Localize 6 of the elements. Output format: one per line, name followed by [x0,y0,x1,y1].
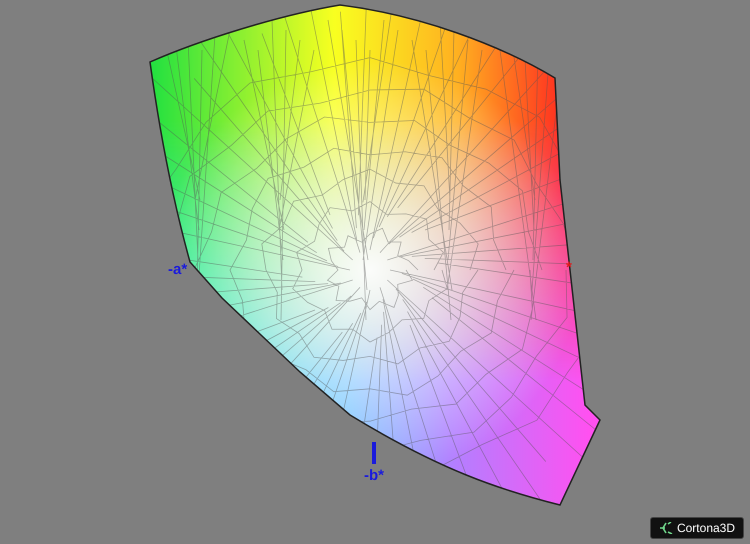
axis-label: -a* [168,262,188,277]
logo-text: Cortona3D [676,522,735,534]
axis-label: -b* [364,468,384,483]
axis-tick-icon [372,442,376,464]
logo-icon [658,522,673,534]
axis-label: * [566,260,572,275]
